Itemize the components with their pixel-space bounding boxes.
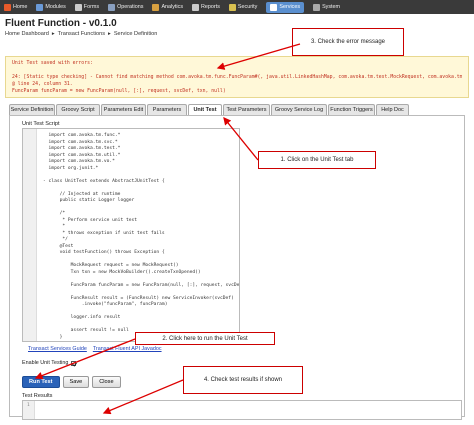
system-icon bbox=[313, 3, 321, 11]
test-results-label: Test Results bbox=[22, 393, 53, 399]
nav-item-label: Home bbox=[13, 4, 28, 10]
nav-item-label: Operations bbox=[117, 4, 144, 10]
top-nav: Home Modules Forms Operations Analytics Repor… bbox=[0, 0, 474, 14]
nav-item-reports[interactable]: Reports bbox=[192, 3, 220, 11]
nav-item-security[interactable]: Security bbox=[228, 3, 258, 11]
tab-parameters[interactable]: Parameters bbox=[147, 104, 187, 115]
transact-services-guide-link[interactable]: Transact Services Guide bbox=[28, 346, 87, 352]
run-test-button[interactable]: Run Test bbox=[22, 376, 60, 388]
breadcrumb-item[interactable]: Home Dashboard bbox=[5, 31, 49, 37]
nav-item-label: Reports bbox=[201, 4, 220, 10]
unit-test-script-editor[interactable]: import com.avoka.tm.func.* import com.av… bbox=[22, 128, 240, 342]
callout-unit-test-tab: 1. Click on the Unit Test tab bbox=[258, 151, 376, 169]
error-line: 24: [Static type checking] - Cannot find… bbox=[12, 75, 462, 80]
transact-javadoc-link[interactable]: Transact Fluent API Javadoc bbox=[93, 346, 162, 352]
nav-item-system[interactable]: System bbox=[313, 3, 341, 11]
tab-bar: Service Definition Groovy Script Parameter… bbox=[9, 104, 410, 115]
security-icon bbox=[228, 3, 236, 11]
breadcrumb: Home Dashboard ▸ Transact Functions ▸ Servic… bbox=[5, 31, 157, 37]
enable-unit-testing-checkbox[interactable] bbox=[71, 360, 77, 366]
modules-icon bbox=[36, 3, 44, 11]
tab-parameters-edit[interactable]: Parameters Edit bbox=[101, 104, 146, 115]
nav-item-label: Security bbox=[237, 4, 258, 10]
breadcrumb-item[interactable]: Transact Functions bbox=[58, 31, 105, 37]
reports-icon bbox=[192, 3, 200, 11]
tab-test-parameters[interactable]: Test Parameters bbox=[223, 104, 270, 115]
nav-item-label: Forms bbox=[83, 4, 100, 10]
tab-groovy-service-log[interactable]: Groovy Service Log bbox=[271, 104, 327, 115]
breadcrumb-separator: ▸ bbox=[51, 31, 55, 37]
nav-item-modules[interactable]: Modules bbox=[36, 3, 66, 11]
code-line: FuncParam funcParam = new FuncParam(null… bbox=[70, 282, 240, 288]
callout-run-test: 2. Click here to run the Unit Test bbox=[135, 332, 275, 345]
services-icon bbox=[270, 3, 278, 11]
tab-unit-test[interactable]: Unit Test bbox=[188, 104, 222, 115]
nav-item-label: Analytics bbox=[161, 4, 184, 10]
editor-gutter bbox=[23, 129, 37, 341]
home-icon bbox=[4, 3, 11, 11]
error-line: Unit Test saved with errors: bbox=[12, 61, 93, 66]
tab-service-definition[interactable]: Service Definition bbox=[9, 104, 55, 115]
test-results-area[interactable]: 1 bbox=[22, 400, 462, 420]
nav-item-services[interactable]: Services bbox=[266, 1, 305, 13]
callout-error: 3. Check the error message bbox=[292, 28, 404, 56]
results-line-number: 1 bbox=[27, 403, 30, 408]
save-button[interactable]: Save bbox=[62, 376, 90, 388]
nav-item-home[interactable]: Home bbox=[4, 3, 28, 11]
code-lines: import com.avoka.tm.func.* import com.av… bbox=[43, 133, 240, 341]
breadcrumb-separator: ▸ bbox=[108, 31, 111, 37]
tab-groovy-script[interactable]: Groovy Script bbox=[56, 104, 100, 115]
page-title: Fluent Function - v0.1.0 bbox=[5, 18, 117, 29]
close-button[interactable]: Close bbox=[92, 376, 121, 388]
error-message: Unit Test saved with errors: 24: [Static… bbox=[5, 56, 469, 98]
callout-results: 4. Check test results if shown bbox=[183, 366, 303, 394]
nav-item-label: Services bbox=[279, 4, 301, 10]
nav-item-analytics[interactable]: Analytics bbox=[152, 3, 184, 11]
breadcrumb-item[interactable]: Service Definition bbox=[114, 31, 158, 37]
unit-test-script-label: Unit Test Script bbox=[22, 121, 60, 127]
nav-item-label: Modules bbox=[45, 4, 66, 10]
tab-help-doc[interactable]: Help Doc bbox=[376, 104, 409, 115]
forms-icon bbox=[74, 3, 82, 11]
tab-function-triggers[interactable]: Function Triggers bbox=[328, 104, 375, 115]
analytics-icon bbox=[152, 3, 160, 11]
error-line bbox=[12, 67, 462, 74]
error-line: @ line 24, column 31. bbox=[12, 82, 73, 87]
nav-item-label: System bbox=[322, 4, 341, 10]
nav-item-forms[interactable]: Forms bbox=[74, 3, 100, 11]
error-line: FuncParam funcParam = new FuncParam(null… bbox=[12, 89, 226, 94]
enable-unit-testing-label: Enable Unit Testing bbox=[22, 360, 69, 366]
nav-item-operations[interactable]: Operations bbox=[108, 3, 144, 11]
operations-icon bbox=[108, 3, 116, 11]
